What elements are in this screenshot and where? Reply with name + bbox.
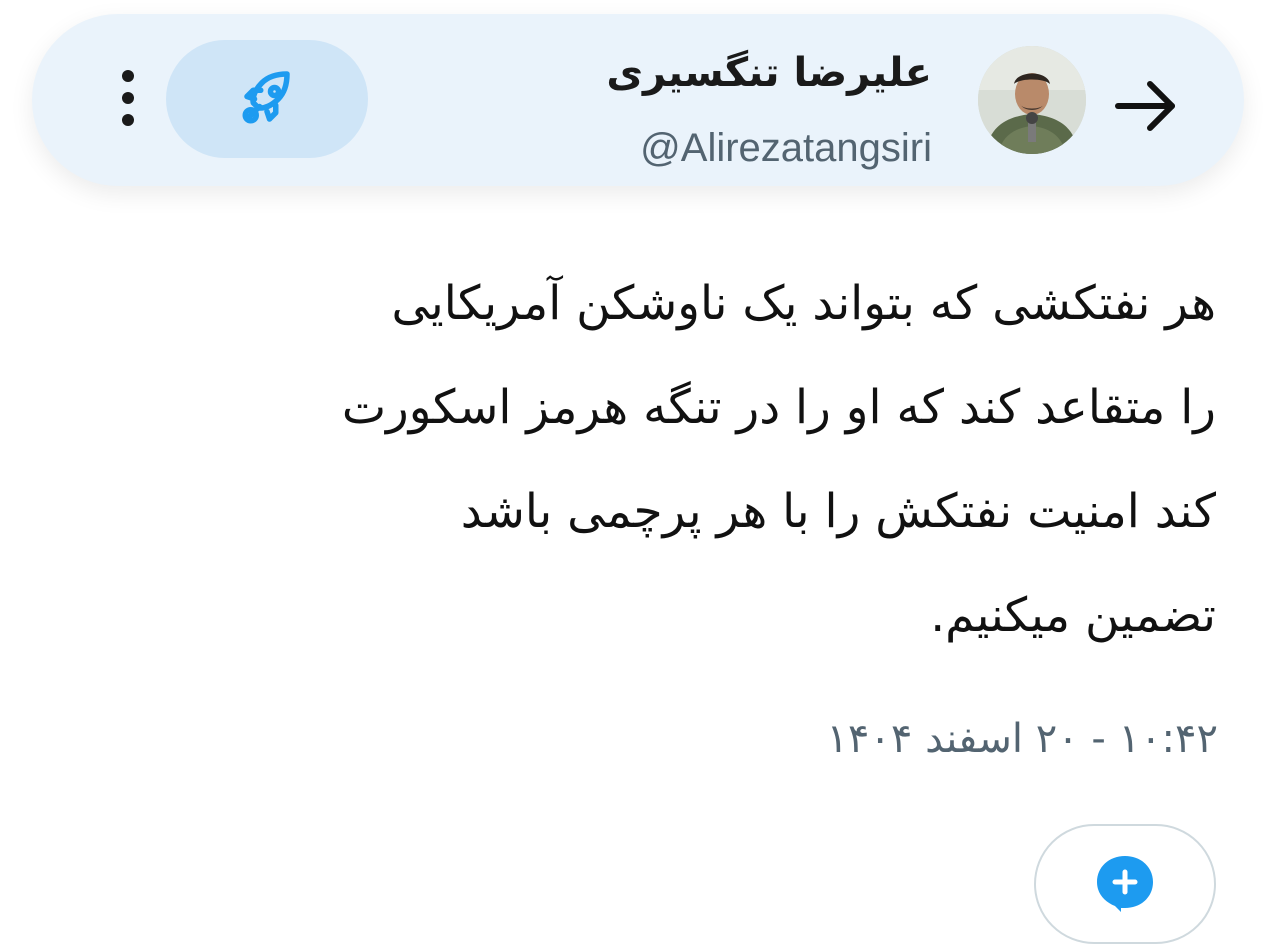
tweet-text: هر نفتکشی که بتواند یک ناوشکن آمریکایی ر… — [66, 252, 1216, 668]
tweet-line: کند امنیت نفتکش را با هر پرچمی باشد — [460, 484, 1216, 539]
profile-header: علیرضا تنگسیری @Alirezatangsiri — [32, 14, 1244, 186]
add-comment-icon — [1097, 856, 1153, 912]
rocket-icon — [242, 71, 290, 124]
avatar-image — [978, 46, 1086, 154]
boost-button[interactable] — [166, 40, 368, 158]
more-options-button[interactable] — [108, 66, 148, 130]
avatar[interactable] — [978, 46, 1086, 154]
author-handle[interactable]: @Alirezatangsiri — [640, 126, 932, 171]
more-vertical-icon — [122, 70, 134, 126]
tweet-line: تضمین میکنیم. — [930, 588, 1216, 643]
tweet-line: هر نفتکشی که بتواند یک ناوشکن آمریکایی — [391, 276, 1216, 331]
tweet-line: را متقاعد کند که او را در تنگه هرمز اسکو… — [341, 380, 1216, 435]
arrow-right-icon — [1115, 81, 1175, 131]
reply-button[interactable] — [1034, 824, 1216, 944]
back-button[interactable] — [1106, 66, 1186, 146]
author-name[interactable]: علیرضا تنگسیری — [606, 50, 932, 96]
tweet-timestamp[interactable]: ۱۰:۴۲ - ۲۰ اسفند ۱۴۰۴ — [826, 716, 1218, 762]
